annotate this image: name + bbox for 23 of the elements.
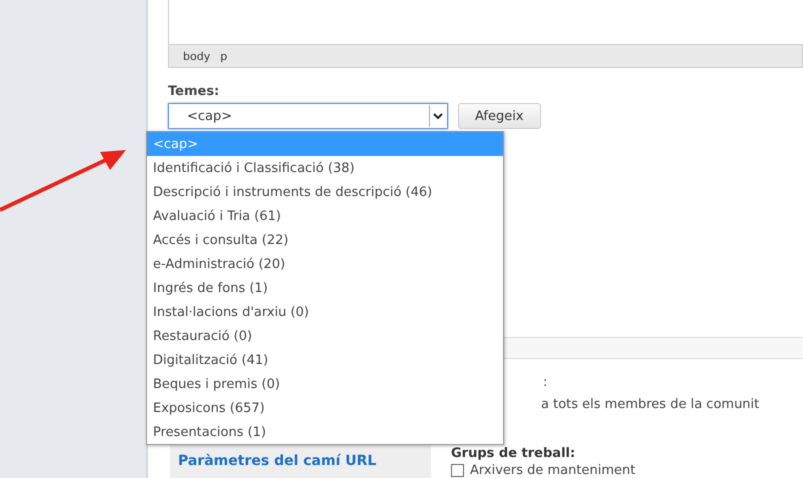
section-label: : <box>543 375 548 390</box>
checkbox-label: Arxivers de manteniment <box>470 463 636 478</box>
path-item[interactable]: p <box>220 50 228 63</box>
dropdown-option[interactable]: Avaluació i Tria (61) <box>147 204 503 228</box>
dropdown-option[interactable]: Presentacions (1) <box>147 420 503 444</box>
path-item[interactable]: body <box>183 50 210 63</box>
dropdown-option[interactable]: Beques i premis (0) <box>147 372 503 396</box>
add-button[interactable]: Afegeix <box>458 103 541 130</box>
dropdown-option[interactable]: e-Administració (20) <box>147 252 503 276</box>
dropdown-option[interactable]: Accés i consulta (22) <box>147 228 503 252</box>
dropdown-option[interactable]: Identificació i Classificació (38) <box>147 156 503 180</box>
vertical-tab[interactable]: Paràmetres del camí URL <box>178 453 423 469</box>
checkbox[interactable] <box>451 464 464 477</box>
section-heading: Grups de treball: <box>451 446 576 461</box>
dropdown-option[interactable]: Descripció i instruments de descripció (46) <box>147 180 503 204</box>
option-text: a tots els membres de la comunit <box>541 397 760 412</box>
dropdown-option[interactable]: Ingrés de fons (1) <box>147 276 503 300</box>
field-label: Temes: <box>168 84 220 100</box>
dropdown-option[interactable]: Restauració (0) <box>147 324 503 348</box>
topic-select[interactable]: <cap> <box>168 103 448 130</box>
dropdown-option[interactable]: Exposicons (657) <box>147 396 503 420</box>
dropdown-option[interactable]: Instal·lacions d'arxiu (0) <box>147 300 503 324</box>
dropdown-option[interactable]: Digitalització (41) <box>147 348 503 372</box>
